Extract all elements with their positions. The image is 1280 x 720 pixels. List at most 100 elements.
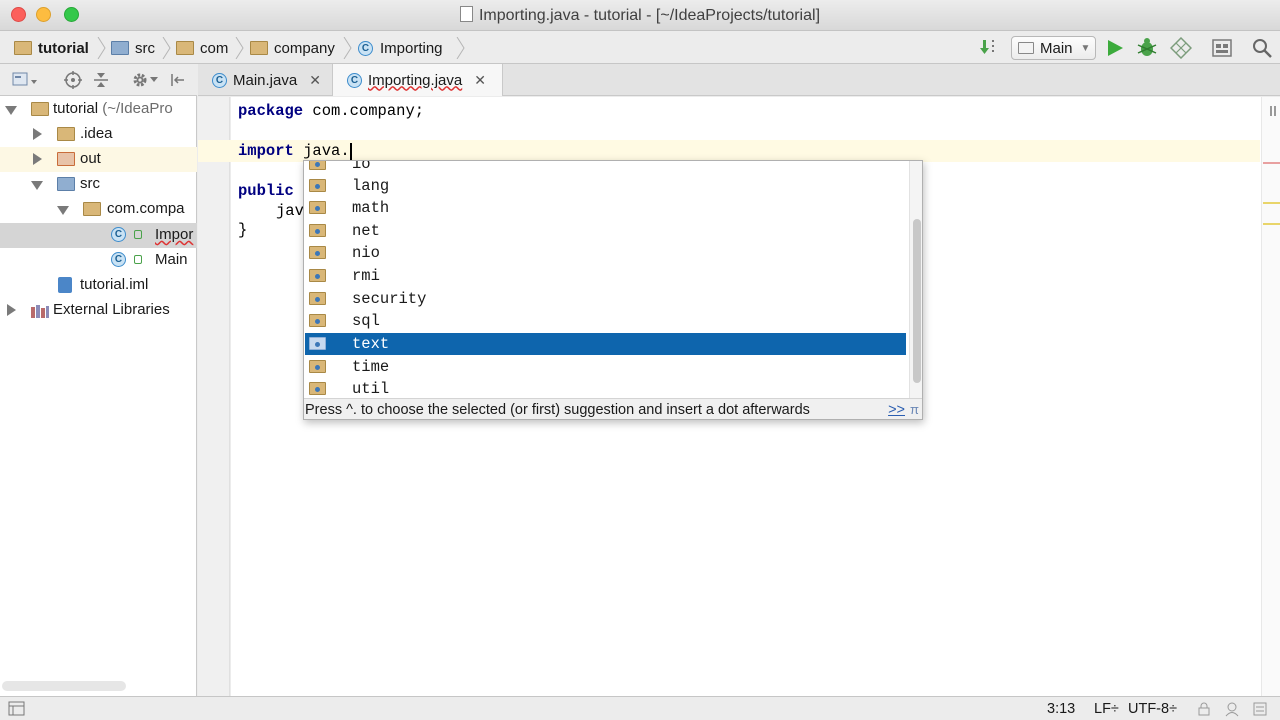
completion-scrollbar[interactable] [909,161,922,398]
more-options-link[interactable]: >> [888,402,905,418]
view-mode-icon[interactable] [12,72,38,88]
package-icon [309,314,326,327]
completion-item[interactable]: time [305,356,906,378]
tree-item-out[interactable]: out [0,147,197,172]
text-cursor [350,143,352,161]
run-configuration-select[interactable]: Main ▼ [1011,36,1096,60]
encoding-select[interactable]: UTF-8÷ [1128,701,1177,717]
scrollbar-thumb[interactable] [913,219,921,383]
tree-item-tutorial-iml[interactable]: tutorial.iml [0,273,197,298]
package-icon [309,269,326,282]
scroll-from-source-icon[interactable] [64,71,82,89]
build-project-icon[interactable] [979,36,1001,58]
code-line-6: jav [276,202,304,220]
tree-item-external-libraries[interactable]: External Libraries [0,298,197,323]
code-line-3: import java. [238,142,350,160]
pin-icon[interactable]: π [910,402,919,417]
breadcrumb-src[interactable]: src [111,38,155,58]
debug-icon[interactable] [1136,37,1158,59]
code-line-1: package com.company; [238,102,425,120]
gear-icon[interactable] [131,71,149,89]
completion-item[interactable]: security [305,288,906,310]
lock-icon [134,255,142,264]
completion-item[interactable]: lang [305,175,906,197]
tree-item-importing[interactable]: C Impor [0,223,197,248]
tree-item-src[interactable]: src [0,172,197,197]
pause-marker-icon [1274,106,1276,116]
editor-tab-bar: C Main.java ✕ C Importing.java ✕ [198,64,1280,96]
project-panel-toolbar [0,64,197,96]
caret-line-highlight [198,140,1260,162]
class-icon: C [111,227,126,242]
warning-marker[interactable] [1263,223,1280,225]
tree-item-tutorial[interactable]: tutorial (~/IdeaPro [0,97,197,122]
line-separator-select[interactable]: LF÷ [1094,701,1119,717]
chevron-down-icon[interactable] [150,77,158,83]
expand-arrow-icon[interactable] [31,181,43,190]
class-icon: C [358,40,373,56]
close-tab-icon[interactable]: ✕ [309,72,321,89]
breadcrumb-company[interactable]: company [250,38,335,58]
close-tab-icon[interactable]: ✕ [474,72,486,89]
run-with-coverage-icon[interactable] [1170,37,1192,59]
class-icon: C [347,72,362,88]
search-icon[interactable] [1251,37,1273,59]
package-icon [309,360,326,373]
expand-arrow-icon[interactable] [57,206,69,215]
editor-gutter[interactable] [198,97,230,696]
completion-item[interactable]: rmi [305,265,906,287]
completion-hint: Press ^. to choose the selected (or firs… [304,398,922,419]
tree-item-main[interactable]: C Main [0,248,197,273]
tool-windows-icon[interactable] [8,701,26,717]
java-file-icon [459,6,473,22]
package-icon [309,179,326,192]
completion-item[interactable]: net [305,220,906,242]
completion-item[interactable]: math [305,197,906,219]
package-icon [309,292,326,305]
error-stripe[interactable] [1261,97,1280,696]
error-marker[interactable] [1263,162,1280,164]
package-folder-icon [83,202,101,216]
project-structure-icon[interactable] [1211,37,1233,59]
library-icon [31,305,49,318]
package-icon [309,246,326,259]
lock-icon[interactable] [1197,702,1211,716]
completion-item[interactable]: sql [305,310,906,332]
breadcrumb-tutorial[interactable]: tutorial [14,38,89,58]
event-log-icon[interactable] [1252,701,1268,717]
hide-panel-icon[interactable] [168,71,186,89]
run-icon[interactable] [1104,37,1126,59]
expand-arrow-icon[interactable] [5,106,17,115]
project-folder-icon [31,102,49,116]
tree-item-com-company[interactable]: com.compa [0,197,197,222]
breadcrumb-separator-icon [456,37,465,59]
excluded-folder-icon [57,152,75,166]
package-icon [309,161,326,170]
collapse-arrow-icon[interactable] [33,128,42,140]
pause-marker-icon [1270,106,1272,116]
breadcrumb-com[interactable]: com [176,38,228,58]
completion-item[interactable]: nio [305,242,906,264]
completion-item-selected[interactable]: text [305,333,906,355]
code-completion-popup: io lang math net nio rmi security sql te… [303,160,923,420]
completion-item[interactable]: util [305,378,906,400]
warning-marker[interactable] [1263,202,1280,204]
caret-position[interactable]: 3:13 [1047,701,1075,717]
collapse-arrow-icon[interactable] [7,304,16,316]
tab-main-java[interactable]: C Main.java ✕ [198,64,332,96]
breadcrumb-importing[interactable]: C Importing [358,38,443,58]
package-icon [309,337,326,350]
tab-importing-java[interactable]: C Importing.java ✕ [332,64,503,96]
collapse-arrow-icon[interactable] [33,153,42,165]
status-bar: 3:13 LF÷ UTF-8÷ [0,696,1280,720]
completion-item[interactable]: io [305,161,906,175]
horizontal-scrollbar[interactable] [2,681,126,691]
runnable-class-icon: C [212,72,227,88]
breadcrumb-separator-icon [235,37,244,59]
inspector-icon[interactable] [1224,701,1240,717]
chevron-down-icon: ▼ [1080,42,1091,54]
title-bar: Importing.java - tutorial - [~/IdeaProje… [0,0,1280,31]
collapse-all-icon[interactable] [92,71,110,89]
project-folder-icon [14,41,32,55]
tree-item-idea[interactable]: .idea [0,122,197,147]
